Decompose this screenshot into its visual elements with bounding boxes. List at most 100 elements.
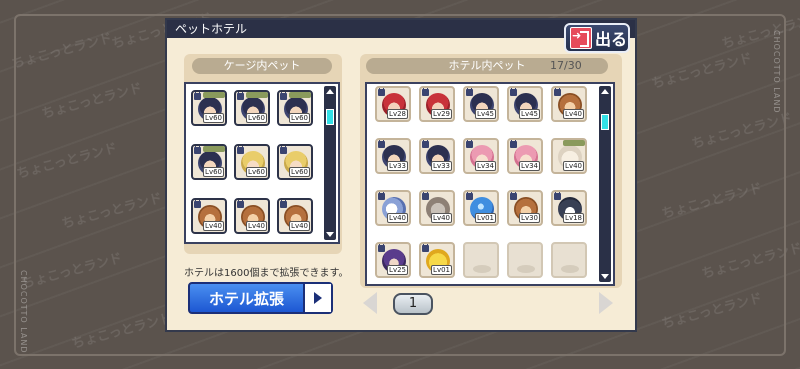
hotel-expand-button[interactable]: ホテル拡張 xyxy=(188,282,333,314)
pet-slot[interactable]: Lv33 xyxy=(419,138,455,174)
pet-level-label: Lv45 xyxy=(519,109,540,119)
lock-icon xyxy=(194,146,201,154)
lock-icon xyxy=(554,192,561,200)
hotel-pets-header-label: ホテル内ペット xyxy=(448,59,526,72)
pet-slot[interactable]: Lv60 xyxy=(277,90,313,126)
pet-level-label: Lv45 xyxy=(475,109,496,119)
lock-icon xyxy=(378,140,385,148)
lock-icon xyxy=(378,192,385,200)
pet-level-label: Lv40 xyxy=(246,221,267,231)
lock-icon xyxy=(466,192,473,200)
brand-watermark-right: CHOCOTTO LAND xyxy=(772,30,781,114)
lock-icon xyxy=(280,92,287,100)
pet-slot[interactable]: Lv25 xyxy=(375,242,411,278)
equip-tag-icon xyxy=(203,146,225,152)
pet-level-label: Lv40 xyxy=(431,213,452,223)
pet-slot[interactable]: Lv45 xyxy=(463,86,499,122)
brand-watermark-left: CHOCOTTO LAND xyxy=(19,270,28,354)
pet-slot[interactable]: Lv29 xyxy=(419,86,455,122)
pet-slot[interactable]: Lv28 xyxy=(375,86,411,122)
pet-slot[interactable]: Lv01 xyxy=(463,190,499,226)
lock-icon xyxy=(378,88,385,96)
lock-icon xyxy=(510,192,517,200)
scroll-down-arrow-icon[interactable] xyxy=(326,232,334,237)
cage-pets-header: ケージ内ペット xyxy=(192,58,332,74)
pet-level-label: Lv30 xyxy=(519,213,540,223)
pet-level-label: Lv40 xyxy=(203,221,224,231)
lock-icon xyxy=(466,140,473,148)
lock-icon xyxy=(237,146,244,154)
hotel-pets-count: 17/30 xyxy=(550,59,582,72)
pet-level-label: Lv01 xyxy=(475,213,496,223)
pet-slot[interactable]: Lv60 xyxy=(234,144,270,180)
next-page-arrow[interactable] xyxy=(599,292,613,314)
pet-slot[interactable]: Lv40 xyxy=(234,198,270,234)
lock-icon xyxy=(554,88,561,96)
scrollbar[interactable] xyxy=(599,86,611,282)
pet-level-label: Lv40 xyxy=(563,109,584,119)
pet-level-label: Lv34 xyxy=(519,161,540,171)
pet-slot[interactable]: Lv60 xyxy=(277,144,313,180)
pet-slot[interactable]: Lv40 xyxy=(551,86,587,122)
prev-page-arrow[interactable] xyxy=(363,292,377,314)
pet-slot[interactable]: Lv40 xyxy=(191,198,227,234)
scroll-down-arrow-icon[interactable] xyxy=(601,274,609,279)
exit-button-label: 出る xyxy=(595,30,628,49)
pet-slot[interactable]: Lv30 xyxy=(507,190,543,226)
pet-level-label: Lv33 xyxy=(387,161,408,171)
exit-door-icon xyxy=(570,27,592,49)
scroll-thumb[interactable] xyxy=(601,113,609,130)
pet-slot[interactable]: Lv40 xyxy=(419,190,455,226)
lock-icon xyxy=(422,88,429,96)
page-number[interactable]: 1 xyxy=(393,293,433,315)
cage-pets-grid: Lv60 Lv60 Lv60 Lv60 Lv60 Lv60 Lv40 Lv40 Lv40 xyxy=(184,82,340,244)
hotel-pets-panel: ホテル内ペット 17/30 Lv28 Lv29 Lv45 Lv45 Lv40 Lv33 Lv… xyxy=(360,54,622,288)
pet-level-label: Lv28 xyxy=(387,109,408,119)
pet-level-label: Lv40 xyxy=(563,161,584,171)
pet-level-label: Lv34 xyxy=(475,161,496,171)
pet-slot[interactable]: Lv18 xyxy=(551,190,587,226)
scrollbar[interactable] xyxy=(324,86,336,240)
cage-pets-panel: ケージ内ペット Lv60 Lv60 Lv60 Lv60 Lv60 Lv60 Lv40 Lv40… xyxy=(184,54,342,254)
pet-slot[interactable]: Lv60 xyxy=(234,90,270,126)
pet-level-label: Lv60 xyxy=(203,167,224,177)
empty-pet-slot[interactable] xyxy=(463,242,499,278)
pet-level-label: Lv29 xyxy=(431,109,452,119)
pet-slot[interactable]: Lv60 xyxy=(191,144,227,180)
equip-tag-icon xyxy=(289,92,311,98)
pet-slot[interactable]: Lv40 xyxy=(551,138,587,174)
pet-level-label: Lv40 xyxy=(387,213,408,223)
pet-level-label: Lv60 xyxy=(289,167,310,177)
lock-icon xyxy=(510,88,517,96)
lock-icon xyxy=(237,200,244,208)
exit-button[interactable]: 出る xyxy=(564,23,630,53)
lock-icon xyxy=(378,244,385,252)
lock-icon xyxy=(422,244,429,252)
pet-level-label: Lv25 xyxy=(387,265,408,275)
pet-slot[interactable]: Lv40 xyxy=(277,198,313,234)
pet-level-label: Lv18 xyxy=(563,213,584,223)
lock-icon xyxy=(466,88,473,96)
pet-level-label: Lv33 xyxy=(431,161,452,171)
lock-icon xyxy=(510,140,517,148)
pet-level-label: Lv60 xyxy=(289,113,310,123)
pet-slot[interactable]: Lv33 xyxy=(375,138,411,174)
scroll-up-arrow-icon[interactable] xyxy=(601,89,609,94)
pet-slot[interactable]: Lv40 xyxy=(375,190,411,226)
pet-level-label: Lv40 xyxy=(289,221,310,231)
pet-slot[interactable]: Lv01 xyxy=(419,242,455,278)
scroll-up-arrow-icon[interactable] xyxy=(326,89,334,94)
pet-slot[interactable]: Lv34 xyxy=(463,138,499,174)
pet-slot[interactable]: Lv60 xyxy=(191,90,227,126)
scroll-thumb[interactable] xyxy=(326,109,334,126)
empty-pet-slot[interactable] xyxy=(551,242,587,278)
play-arrow-icon xyxy=(303,284,331,312)
lock-icon xyxy=(422,140,429,148)
pet-hotel-window: ペットホテル 出る ケージ内ペット Lv60Lv60Lv60Lv60Lv60Lv… xyxy=(165,18,637,332)
pet-slot[interactable]: Lv34 xyxy=(507,138,543,174)
lock-icon xyxy=(280,146,287,154)
lock-icon xyxy=(194,200,201,208)
empty-pet-slot[interactable] xyxy=(507,242,543,278)
pet-slot[interactable]: Lv45 xyxy=(507,86,543,122)
lock-icon xyxy=(422,192,429,200)
